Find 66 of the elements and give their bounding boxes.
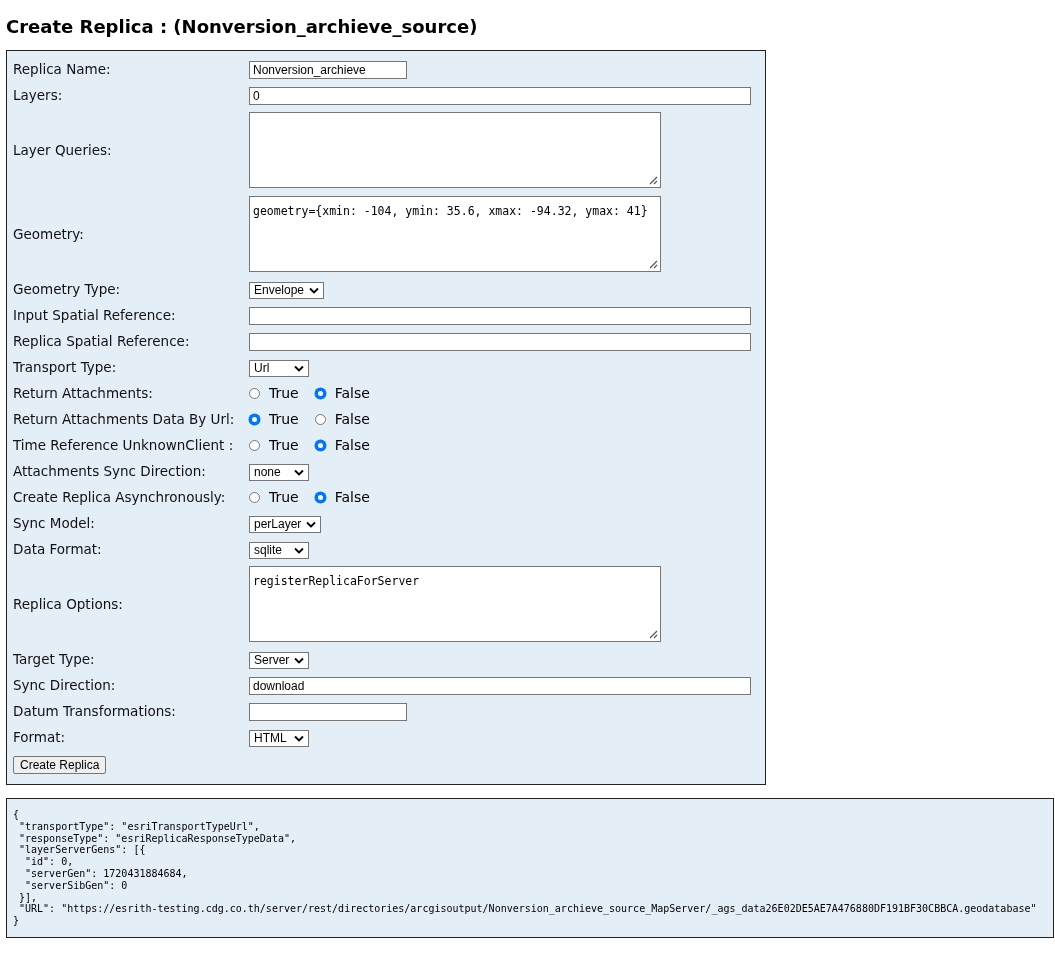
caret-icon — [294, 468, 304, 476]
field-label: Time Reference UnknownClient : — [13, 437, 235, 453]
field-label: Transport Type: — [13, 359, 118, 375]
create-replica-button[interactable]: Create Replica — [13, 756, 107, 774]
resize-grip-icon[interactable] — [649, 260, 658, 269]
json-line: }], — [18, 891, 39, 904]
json-line: "serverSibGen": 0 — [24, 879, 129, 892]
json-line: } — [13, 915, 21, 927]
input-field[interactable]: Nonversion_archieve — [249, 61, 407, 79]
caret-icon — [294, 364, 304, 372]
field-label: Layers: — [13, 87, 64, 103]
dropdown[interactable]: sqlite — [249, 541, 309, 559]
caret-icon — [294, 546, 304, 554]
page-title: Create Replica : (Nonversion_archieve_source) — [6, 15, 479, 39]
json-line: "responseType": "esriReplicaResponseTypeData", — [18, 832, 297, 845]
caret-icon — [294, 656, 305, 664]
input-field[interactable]: 0 — [249, 87, 751, 105]
caret-icon — [309, 286, 320, 294]
json-line: "id": 0, — [24, 856, 75, 868]
resize-grip-icon[interactable] — [649, 630, 658, 639]
field-label: Return Attachments Data By Url: — [13, 411, 236, 427]
field-label: Replica Spatial Reference: — [13, 333, 191, 349]
radio-option[interactable]: False — [314, 411, 370, 427]
json-line: "layerServerGens": [{ — [18, 844, 147, 857]
radio-option[interactable]: True — [249, 489, 299, 505]
radio-option[interactable]: True — [249, 385, 299, 401]
field-label: Replica Name: — [13, 61, 112, 77]
input-field[interactable]: download — [249, 677, 751, 695]
text-area[interactable] — [249, 112, 661, 188]
caret-icon — [306, 520, 317, 528]
field-label: Geometry: — [13, 226, 85, 242]
radio-option[interactable]: True — [249, 437, 299, 453]
json-line: { — [13, 809, 21, 821]
field-label: Format: — [13, 729, 67, 745]
dropdown[interactable]: Url — [249, 359, 309, 377]
field-label: Data Format: — [13, 541, 103, 557]
input-field[interactable] — [249, 703, 407, 721]
field-label: Create Replica Asynchronously: — [13, 489, 227, 505]
dropdown[interactable]: Envelope — [249, 281, 325, 299]
field-label: Geometry Type: — [13, 281, 122, 297]
dropdown[interactable]: Server — [249, 651, 310, 669]
resize-grip-icon[interactable] — [649, 176, 658, 185]
field-label: Sync Model: — [13, 515, 96, 531]
json-line: "transportType": "esriTransportTypeUrl", — [18, 820, 261, 833]
field-label: Input Spatial Reference: — [13, 307, 177, 323]
field-label: Replica Options: — [13, 596, 124, 612]
field-label: Sync Direction: — [13, 677, 117, 693]
text-area[interactable]: registerReplicaForServer — [249, 566, 661, 642]
field-label: Return Attachments: — [13, 385, 154, 401]
radio-option[interactable]: True — [249, 411, 299, 427]
field-label: Datum Transformations: — [13, 703, 177, 719]
dropdown[interactable]: none — [249, 463, 309, 481]
input-field[interactable] — [249, 307, 751, 325]
field-label: Target Type: — [13, 651, 96, 667]
dropdown[interactable]: HTML — [249, 729, 309, 747]
json-line: "serverGen": 1720431884684, — [24, 868, 189, 880]
input-field[interactable] — [249, 333, 751, 351]
radio-option[interactable]: False — [314, 489, 370, 505]
caret-icon — [294, 734, 304, 742]
field-label: Attachments Sync Direction: — [13, 463, 207, 479]
radio-option[interactable]: False — [314, 385, 370, 401]
dropdown[interactable]: perLayer — [249, 515, 322, 533]
radio-option[interactable]: False — [314, 437, 370, 453]
field-label: Layer Queries: — [13, 142, 113, 158]
text-area[interactable]: geometry={xmin: -104, ymin: 35.6, xmax: -94.32, ymax: 41} — [249, 196, 661, 272]
json-line: "URL": "https://esrith-testing.cdg.co.th/server/rest/directories/arcgisoutput/Nonversion_archieve_source_MapServer/_ags_data26E02DE5AE7A476880DF191BF30CBBCA.geodatabase" — [18, 903, 1038, 916]
